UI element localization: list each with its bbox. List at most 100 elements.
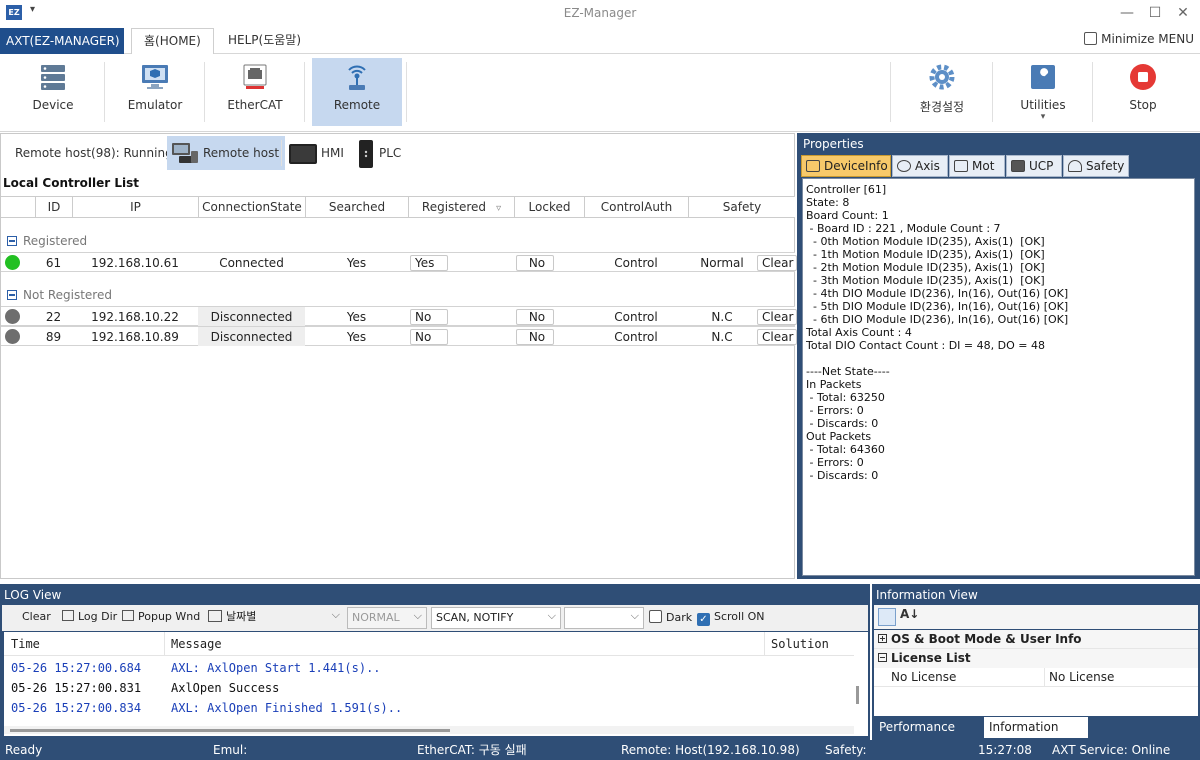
remote-button[interactable]: Remote <box>312 58 402 126</box>
column-header-control-auth[interactable]: ControlAuth <box>584 197 688 218</box>
app-menu-tab[interactable]: AXT(EZ-MANAGER) <box>0 28 124 54</box>
dark-label: Dark <box>666 611 693 624</box>
tab-device-info[interactable]: DeviceInfo <box>801 155 891 177</box>
log-entry[interactable]: 05-26 15:27:00.834 AXL: AxlOpen Finished … <box>11 698 402 718</box>
log-clear-button[interactable]: Clear <box>6 610 51 623</box>
tab-information-view[interactable]: Information View <box>984 717 1088 755</box>
cell-safety: N.C <box>711 310 733 324</box>
dark-toggle[interactable]: Dark <box>649 610 692 624</box>
sort-az-icon[interactable]: A↓ <box>900 607 919 621</box>
locked-field[interactable]: No <box>516 255 554 271</box>
column-header-safety[interactable]: Safety <box>688 197 795 218</box>
log-entry-message: AXL: AxlOpen Start 1.441(s).. <box>171 661 381 675</box>
group-not-registered[interactable]: Not Registered <box>1 284 795 306</box>
log-level-dropdown[interactable]: NORMAL <box>347 606 427 629</box>
log-search-input[interactable] <box>564 606 644 629</box>
ethercat-button[interactable]: EtherCAT <box>210 58 300 126</box>
controller-grid: ID IP ConnectionState Searched Registere… <box>1 196 797 346</box>
expand-icon[interactable] <box>878 634 887 643</box>
device-info-line: - 0th Motion Module ID(235), Axis(1) [OK… <box>806 235 1045 248</box>
device-info-line: - Errors: 0 <box>806 404 864 417</box>
log-dir-label: Log Dir <box>78 610 118 623</box>
hmi-button[interactable]: HMI <box>285 136 350 170</box>
date-filter-dropdown[interactable]: 날짜별 <box>204 605 344 629</box>
locked-field[interactable]: No <box>516 329 554 345</box>
categorized-view-icon[interactable] <box>878 608 896 626</box>
close-button[interactable]: ✕ <box>1172 3 1194 23</box>
tab-mot[interactable]: Mot <box>949 155 1005 177</box>
maximize-button[interactable]: ☐ <box>1144 3 1166 23</box>
dark-checkbox[interactable] <box>649 610 662 623</box>
registered-field[interactable]: No <box>410 309 448 325</box>
scroll-on-toggle[interactable]: ✓ Scroll ON <box>697 610 765 626</box>
tab-performance-view[interactable]: Performance View <box>874 717 982 755</box>
remote-host-status: Remote host(98): Running <box>15 146 173 160</box>
column-header-searched[interactable]: Searched <box>305 197 408 218</box>
clear-button[interactable]: Clear <box>757 255 797 271</box>
cell-control-auth: Control <box>614 310 658 324</box>
log-col-message[interactable]: Message <box>164 632 222 656</box>
tab-ucp[interactable]: UCP <box>1006 155 1062 177</box>
collapse-icon[interactable] <box>7 290 17 300</box>
column-header-ip[interactable]: IP <box>72 197 198 218</box>
controller-list-title: Local Controller List <box>3 176 139 190</box>
table-row[interactable]: 22 192.168.10.22 Disconnected Yes Control N.C… <box>1 306 797 326</box>
remote-host-button[interactable]: Remote host <box>167 136 286 170</box>
tab-axis[interactable]: Axis <box>892 155 948 177</box>
utilities-button[interactable]: Utilities ▾ <box>998 58 1088 126</box>
registered-field[interactable]: Yes <box>410 255 448 271</box>
ucp-icon <box>1011 160 1025 172</box>
clear-button[interactable]: Clear <box>757 329 797 345</box>
popup-wnd-button[interactable]: Popup Wnd <box>122 610 200 623</box>
minimize-menu-label: Minimize MENU <box>1101 32 1194 46</box>
tab-home[interactable]: 홈(HOME) <box>131 28 214 55</box>
clear-button[interactable]: Clear <box>757 309 797 325</box>
log-entry[interactable]: 05-26 15:27:00.831 AxlOpen Success <box>11 678 279 698</box>
log-entry-message: AXL: AxlOpen Finished 1.591(s).. <box>171 701 403 715</box>
stop-button[interactable]: Stop <box>1098 58 1188 126</box>
device-button[interactable]: Device <box>8 58 98 126</box>
locked-field[interactable]: No <box>516 309 554 325</box>
minimize-menu-toggle[interactable]: Minimize MENU <box>1084 32 1194 46</box>
device-info-line: Out Packets <box>806 430 872 443</box>
cell-control-auth: Control <box>614 256 658 270</box>
collapse-icon[interactable] <box>878 653 887 662</box>
column-header-locked[interactable]: Locked <box>514 197 584 218</box>
log-scroll-thumb[interactable] <box>10 729 450 732</box>
license-section[interactable]: License List <box>874 649 1198 668</box>
log-col-time[interactable]: Time <box>11 632 40 656</box>
ribbon-separator <box>1092 62 1093 122</box>
status-service: AXT Service: Online <box>1052 743 1171 757</box>
settings-button[interactable]: 환경설정 <box>897 58 987 126</box>
column-header-connection-state[interactable]: ConnectionState <box>198 197 305 218</box>
column-header-registered[interactable]: Registered ▿ <box>408 197 514 218</box>
table-row[interactable]: 89 192.168.10.89 Disconnected Yes Control N.C… <box>1 326 797 346</box>
ribbon-separator <box>992 62 993 122</box>
minimize-menu-checkbox[interactable] <box>1084 32 1098 45</box>
column-header-id[interactable]: ID <box>35 197 72 218</box>
tab-safety[interactable]: Safety <box>1063 155 1129 177</box>
status-time: 15:27:08 <box>978 743 1032 757</box>
tab-help[interactable]: HELP(도움말) <box>216 28 313 55</box>
log-col-solution[interactable]: Solution <box>764 632 829 656</box>
gear-icon <box>929 64 955 90</box>
plc-button[interactable]: PLC <box>353 136 407 170</box>
license-name: No License <box>891 670 957 684</box>
grid-header: ID IP ConnectionState Searched Registere… <box>1 196 795 218</box>
log-horizontal-scrollbar[interactable] <box>4 726 854 734</box>
os-boot-section[interactable]: OS & Boot Mode & User Info <box>874 630 1198 649</box>
scroll-on-checkbox[interactable]: ✓ <box>697 613 710 626</box>
log-entry[interactable]: 05-26 15:27:00.684 AXL: AxlOpen Start 1.4… <box>11 658 381 678</box>
group-registered[interactable]: Registered <box>1 230 795 252</box>
properties-title: Properties <box>803 137 864 151</box>
minimize-button[interactable]: — <box>1116 3 1138 23</box>
emulator-button[interactable]: Emulator <box>110 58 200 126</box>
device-info-line: - 2th Motion Module ID(235), Axis(1) [OK… <box>806 261 1045 274</box>
collapse-icon[interactable] <box>7 236 17 246</box>
registered-field[interactable]: No <box>410 329 448 345</box>
log-vertical-scrollbar[interactable] <box>856 686 859 704</box>
log-filter-dropdown[interactable]: SCAN, NOTIFY <box>431 606 561 629</box>
table-row[interactable]: 61 192.168.10.61 Connected Yes Control Normal… <box>1 252 797 272</box>
remote-host-icon <box>172 143 198 163</box>
log-dir-button[interactable]: Log Dir <box>62 610 117 623</box>
